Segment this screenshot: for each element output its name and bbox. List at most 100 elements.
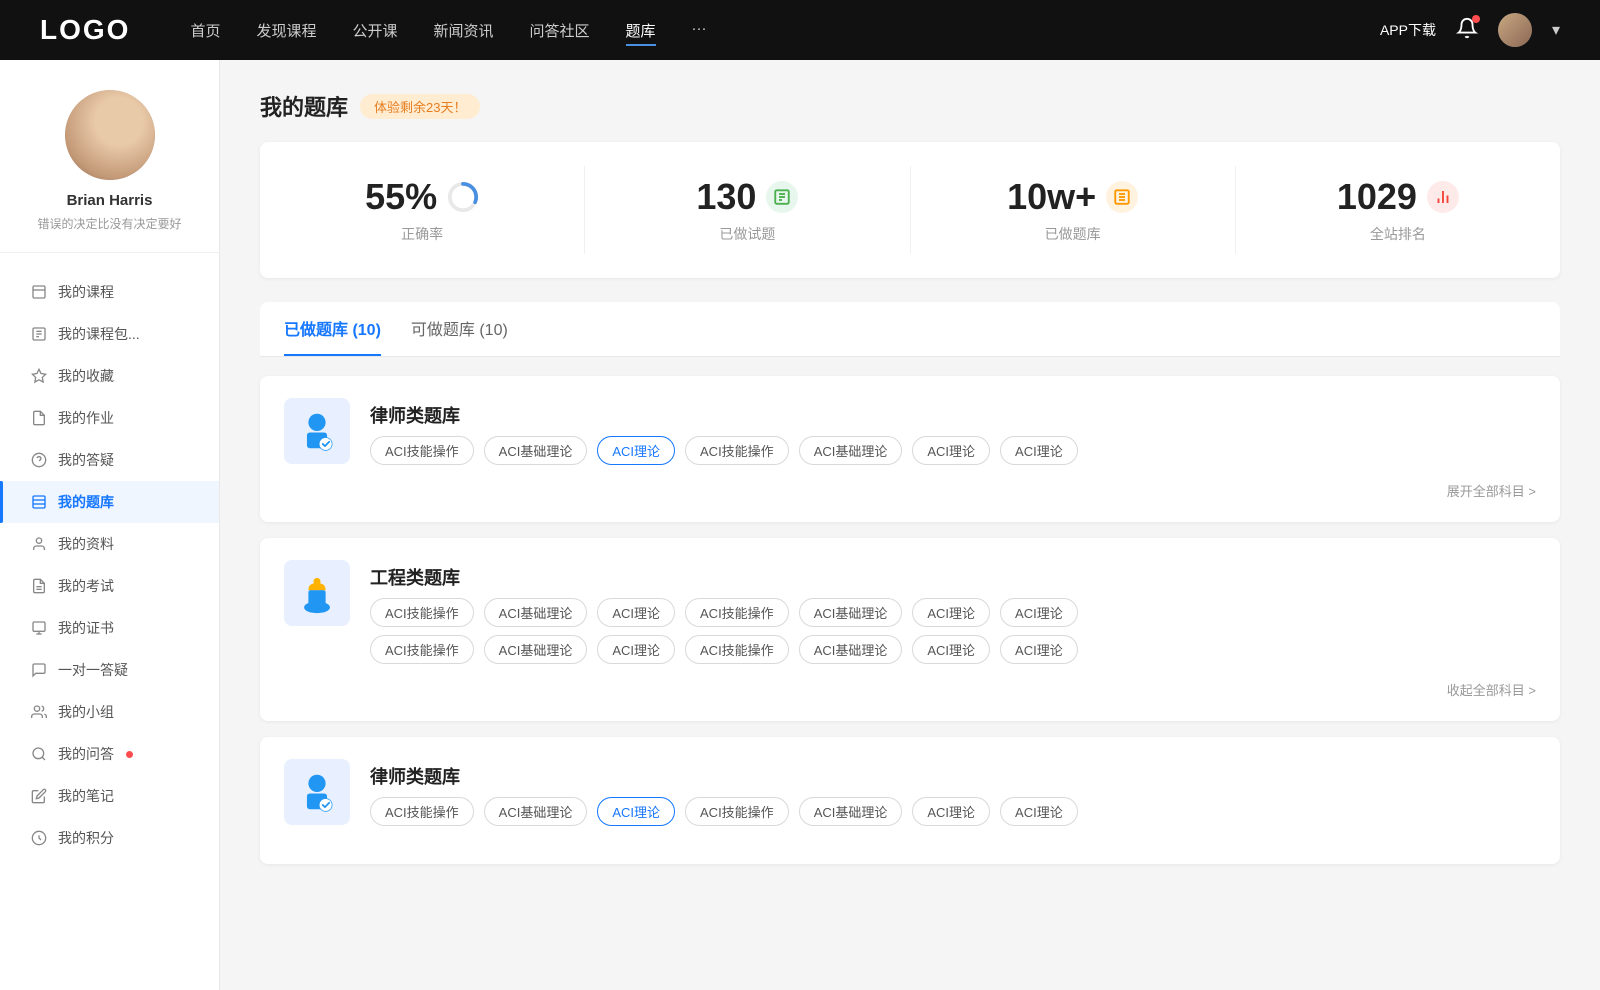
- logo[interactable]: LOGO: [40, 14, 130, 46]
- accuracy-icon: [447, 181, 479, 213]
- tag-lawyer-2-4[interactable]: ACI基础理论: [799, 797, 903, 826]
- tag-eng-r2-2[interactable]: ACI理论: [597, 635, 675, 664]
- expand-link-lawyer-1[interactable]: 展开全部科目 >: [1447, 481, 1536, 500]
- bank-card-header-lawyer-2: 律师类题库 ACI技能操作 ACI基础理论 ACI理论 ACI技能操作 ACI基…: [284, 759, 1536, 826]
- bank-card-header-lawyer-1: 律师类题库 ACI技能操作 ACI基础理论 ACI理论 ACI技能操作 ACI基…: [284, 398, 1536, 465]
- notes-icon: [30, 787, 48, 805]
- tag-lawyer-1-5[interactable]: ACI理论: [912, 436, 990, 465]
- accuracy-number: 55%: [365, 176, 437, 218]
- tag-eng-5[interactable]: ACI理论: [912, 598, 990, 627]
- user-dropdown-arrow[interactable]: ▾: [1552, 20, 1560, 40]
- tag-eng-0[interactable]: ACI技能操作: [370, 598, 474, 627]
- nav-item-news[interactable]: 新闻资讯: [434, 20, 494, 41]
- certificate-icon: [30, 619, 48, 637]
- stat-rank: 1029 全站排名: [1236, 166, 1560, 254]
- navbar-right: APP下载 ▾: [1380, 13, 1560, 47]
- tag-eng-4[interactable]: ACI基础理论: [799, 598, 903, 627]
- tag-eng-6[interactable]: ACI理论: [1000, 598, 1078, 627]
- bank-title-lawyer-2: 律师类题库: [370, 763, 1078, 789]
- page-title: 我的题库: [260, 90, 348, 122]
- notification-dot: [1472, 15, 1480, 23]
- tab-bar: 已做题库 (10) 可做题库 (10): [260, 302, 1560, 356]
- tags-row-lawyer-1: ACI技能操作 ACI基础理论 ACI理论 ACI技能操作 ACI基础理论 AC…: [370, 436, 1078, 465]
- page-wrapper: Brian Harris 错误的决定比没有决定要好 我的课程 我的课程包...: [0, 60, 1600, 990]
- tag-lawyer-2-1[interactable]: ACI基础理论: [484, 797, 588, 826]
- navbar: LOGO 首页 发现课程 公开课 新闻资讯 问答社区 题库 ··· APP下载 …: [0, 0, 1600, 60]
- tag-lawyer-1-0[interactable]: ACI技能操作: [370, 436, 474, 465]
- sidebar-item-my-questions[interactable]: 我的问答: [0, 733, 219, 775]
- done-questions-number: 130: [696, 176, 756, 218]
- nav-item-open[interactable]: 公开课: [352, 20, 397, 41]
- page-header: 我的题库 体验剩余23天！: [260, 90, 1560, 122]
- nav-item-qa[interactable]: 问答社区: [530, 20, 590, 41]
- exams-icon: [30, 577, 48, 595]
- tag-eng-2[interactable]: ACI理论: [597, 598, 675, 627]
- stat-top-rank: 1029: [1256, 176, 1540, 218]
- bank-footer-lawyer-1: 展开全部科目 >: [284, 481, 1536, 500]
- tag-eng-r2-1[interactable]: ACI基础理论: [484, 635, 588, 664]
- tag-lawyer-1-2[interactable]: ACI理论: [597, 436, 675, 465]
- nav-item-discover[interactable]: 发现课程: [256, 20, 316, 41]
- tag-eng-1[interactable]: ACI基础理论: [484, 598, 588, 627]
- sidebar-item-points[interactable]: 我的积分: [0, 817, 219, 859]
- sidebar-item-exams[interactable]: 我的考试: [0, 565, 219, 607]
- avatar-image: [1498, 13, 1532, 47]
- tag-lawyer-1-4[interactable]: ACI基础理论: [799, 436, 903, 465]
- tag-eng-r2-6[interactable]: ACI理论: [1000, 635, 1078, 664]
- sidebar-item-question-bank[interactable]: 我的题库: [0, 481, 219, 523]
- chart-red-icon: [1427, 181, 1459, 213]
- nav-item-more[interactable]: ···: [692, 20, 707, 41]
- tag-eng-r2-4[interactable]: ACI基础理论: [799, 635, 903, 664]
- stat-top-accuracy: 55%: [280, 176, 564, 218]
- bank-card-lawyer-2: 律师类题库 ACI技能操作 ACI基础理论 ACI理论 ACI技能操作 ACI基…: [260, 737, 1560, 864]
- sidebar-item-notes[interactable]: 我的笔记: [0, 775, 219, 817]
- tag-eng-r2-0[interactable]: ACI技能操作: [370, 635, 474, 664]
- done-banks-number: 10w+: [1007, 176, 1096, 218]
- tag-lawyer-1-1[interactable]: ACI基础理论: [484, 436, 588, 465]
- tag-lawyer-2-0[interactable]: ACI技能操作: [370, 797, 474, 826]
- done-questions-label: 已做试题: [605, 224, 889, 244]
- my-questions-icon: [30, 745, 48, 763]
- tag-eng-3[interactable]: ACI技能操作: [685, 598, 789, 627]
- group-icon: [30, 703, 48, 721]
- tag-lawyer-2-6[interactable]: ACI理论: [1000, 797, 1078, 826]
- tag-eng-r2-3[interactable]: ACI技能操作: [685, 635, 789, 664]
- bank-info-lawyer-1: 律师类题库 ACI技能操作 ACI基础理论 ACI理论 ACI技能操作 ACI基…: [370, 398, 1078, 465]
- app-download-button[interactable]: APP下载: [1380, 20, 1436, 40]
- points-icon: [30, 829, 48, 847]
- sidebar-item-qa[interactable]: 我的答疑: [0, 439, 219, 481]
- tag-lawyer-1-3[interactable]: ACI技能操作: [685, 436, 789, 465]
- stat-done-banks: 10w+ 已做题库: [911, 166, 1236, 254]
- tag-eng-r2-5[interactable]: ACI理论: [912, 635, 990, 664]
- main-content: 我的题库 体验剩余23天！ 55% 正确率 13: [220, 60, 1600, 990]
- nav-menu: 首页 发现课程 公开课 新闻资讯 问答社区 题库 ···: [190, 20, 1380, 41]
- sidebar-item-course-pack[interactable]: 我的课程包...: [0, 313, 219, 355]
- sidebar: Brian Harris 错误的决定比没有决定要好 我的课程 我的课程包...: [0, 60, 220, 990]
- nav-item-home[interactable]: 首页: [190, 20, 220, 41]
- lawyer-bank-icon-2: [284, 759, 350, 825]
- tag-lawyer-2-2[interactable]: ACI理论: [597, 797, 675, 826]
- sidebar-item-certificate[interactable]: 我的证书: [0, 607, 219, 649]
- collapse-link-engineering[interactable]: 收起全部科目 >: [1447, 680, 1536, 699]
- sidebar-item-courses[interactable]: 我的课程: [0, 271, 219, 313]
- sidebar-item-one-on-one[interactable]: 一对一答疑: [0, 649, 219, 691]
- nav-item-bank[interactable]: 题库: [626, 20, 656, 41]
- tag-lawyer-2-3[interactable]: ACI技能操作: [685, 797, 789, 826]
- sidebar-item-favorites[interactable]: 我的收藏: [0, 355, 219, 397]
- rank-label: 全站排名: [1256, 224, 1540, 244]
- sidebar-item-group[interactable]: 我的小组: [0, 691, 219, 733]
- stat-done-questions: 130 已做试题: [585, 166, 910, 254]
- profile-icon: [30, 535, 48, 553]
- tab-available-banks[interactable]: 可做题库 (10): [411, 316, 508, 356]
- sidebar-item-profile[interactable]: 我的资料: [0, 523, 219, 565]
- bank-info-lawyer-2: 律师类题库 ACI技能操作 ACI基础理论 ACI理论 ACI技能操作 ACI基…: [370, 759, 1078, 826]
- sidebar-username: Brian Harris: [0, 192, 219, 209]
- sidebar-item-homework[interactable]: 我的作业: [0, 397, 219, 439]
- list-orange-icon: [1106, 181, 1138, 213]
- tag-lawyer-1-6[interactable]: ACI理论: [1000, 436, 1078, 465]
- notification-bell[interactable]: [1456, 17, 1478, 44]
- favorites-icon: [30, 367, 48, 385]
- tag-lawyer-2-5[interactable]: ACI理论: [912, 797, 990, 826]
- user-avatar[interactable]: [1498, 13, 1532, 47]
- tab-done-banks[interactable]: 已做题库 (10): [284, 316, 381, 356]
